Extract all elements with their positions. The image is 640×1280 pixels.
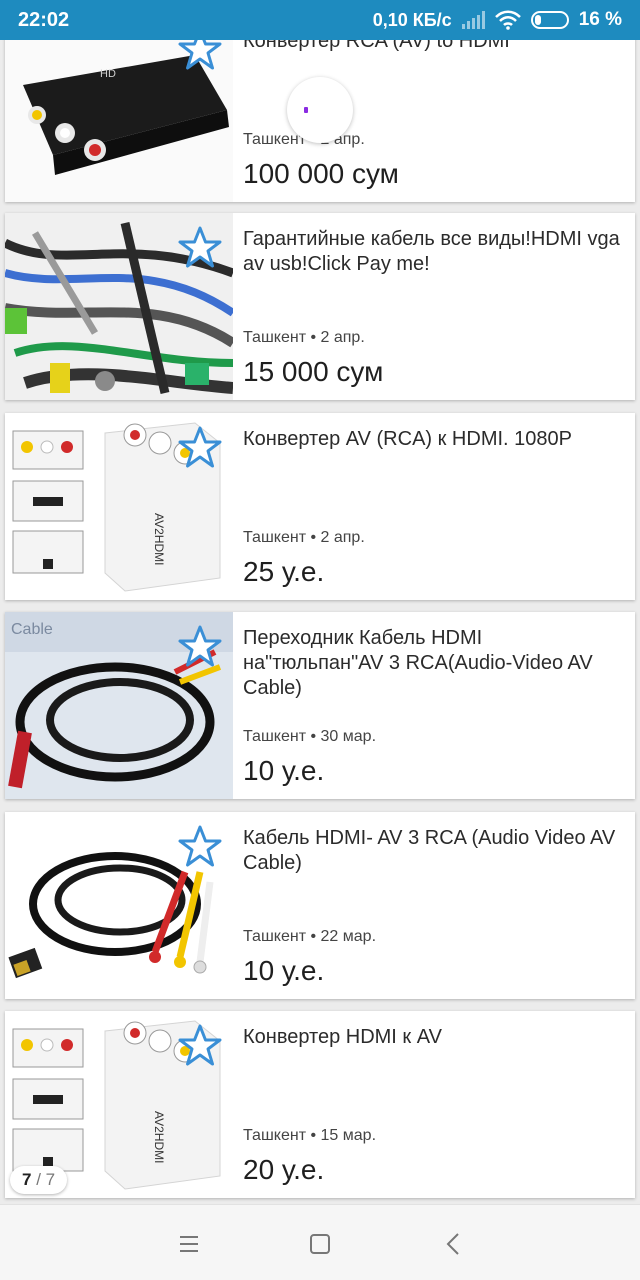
listing-card[interactable]: Кабель HDMI- AV 3 RCA (Audio Video AV Ca… (5, 812, 635, 999)
page-separator: / (31, 1170, 46, 1189)
svg-text:HD: HD (100, 68, 116, 80)
listing-price: 100 000 сум (243, 158, 399, 189)
svg-text:Cable: Cable (11, 621, 53, 638)
svg-text:AV2HDMI: AV2HDMI (152, 513, 166, 565)
page-total: 7 (45, 1170, 56, 1189)
listing-title: Гарантийные кабель все виды!HDMI vga av … (243, 228, 620, 275)
listing-price: 20 у.е. (243, 1154, 325, 1185)
signal-icon (461, 11, 485, 29)
listing-location-date: Ташкент • 2 апр. (243, 329, 365, 346)
listing-location-date: Ташкент • 22 мар. (243, 928, 377, 945)
listing-price: 15 000 сум (243, 356, 384, 387)
network-speed: 0,10 КБ/с (372, 9, 452, 30)
loading-spinner (287, 77, 353, 143)
page-counter: 7 / 7 (10, 1166, 68, 1194)
listing-price: 25 у.е. (243, 556, 325, 587)
listing-card[interactable]: AV2HDMI Конвертер AV (RCA) к HDMI. 1080P… (5, 413, 635, 600)
listing-card[interactable]: AV2HDMI Конвертер HDMI к AV Ташкент • 15… (5, 1011, 635, 1198)
listing-card[interactable]: Cable Переходник Кабель HDMI на"тюльпан"… (5, 612, 635, 799)
listing-price: 10 у.е. (243, 755, 325, 786)
listing-price: 10 у.е. (243, 955, 325, 986)
battery-level: 16 % (578, 9, 622, 30)
home-icon[interactable] (307, 1231, 333, 1257)
favorite-star-icon[interactable] (177, 425, 223, 471)
listing-title: Кабель HDMI- AV 3 RCA (Audio Video AV Ca… (243, 827, 616, 874)
wifi-icon (494, 10, 521, 30)
favorite-star-icon[interactable] (177, 1023, 223, 1069)
listing-card[interactable]: Гарантийные кабель все виды!HDMI vga av … (5, 213, 635, 400)
status-bar: 22:02 0,10 КБ/с 16 % (0, 0, 640, 40)
listing-title: Переходник Кабель HDMI на"тюльпан"AV 3 R… (243, 627, 593, 699)
menu-icon[interactable] (176, 1231, 202, 1257)
listing-title: Конвертер AV (RCA) к HDMI. 1080P (243, 428, 572, 450)
svg-text:AV2HDMI: AV2HDMI (152, 1111, 166, 1163)
status-time: 22:02 (18, 8, 70, 31)
back-icon[interactable] (441, 1231, 467, 1257)
listing-title: Конвертер HDMI к AV (243, 1026, 442, 1048)
listing-location-date: Ташкент • 2 апр. (243, 529, 365, 546)
favorite-star-icon[interactable] (177, 225, 223, 271)
system-navigation-bar (0, 1204, 640, 1280)
favorite-star-icon[interactable] (177, 824, 223, 870)
battery-icon (530, 11, 569, 29)
listing-location-date: Ташкент • 30 мар. (243, 728, 377, 745)
listing-location-date: Ташкент • 15 мар. (243, 1127, 377, 1144)
favorite-star-icon[interactable] (177, 624, 223, 670)
